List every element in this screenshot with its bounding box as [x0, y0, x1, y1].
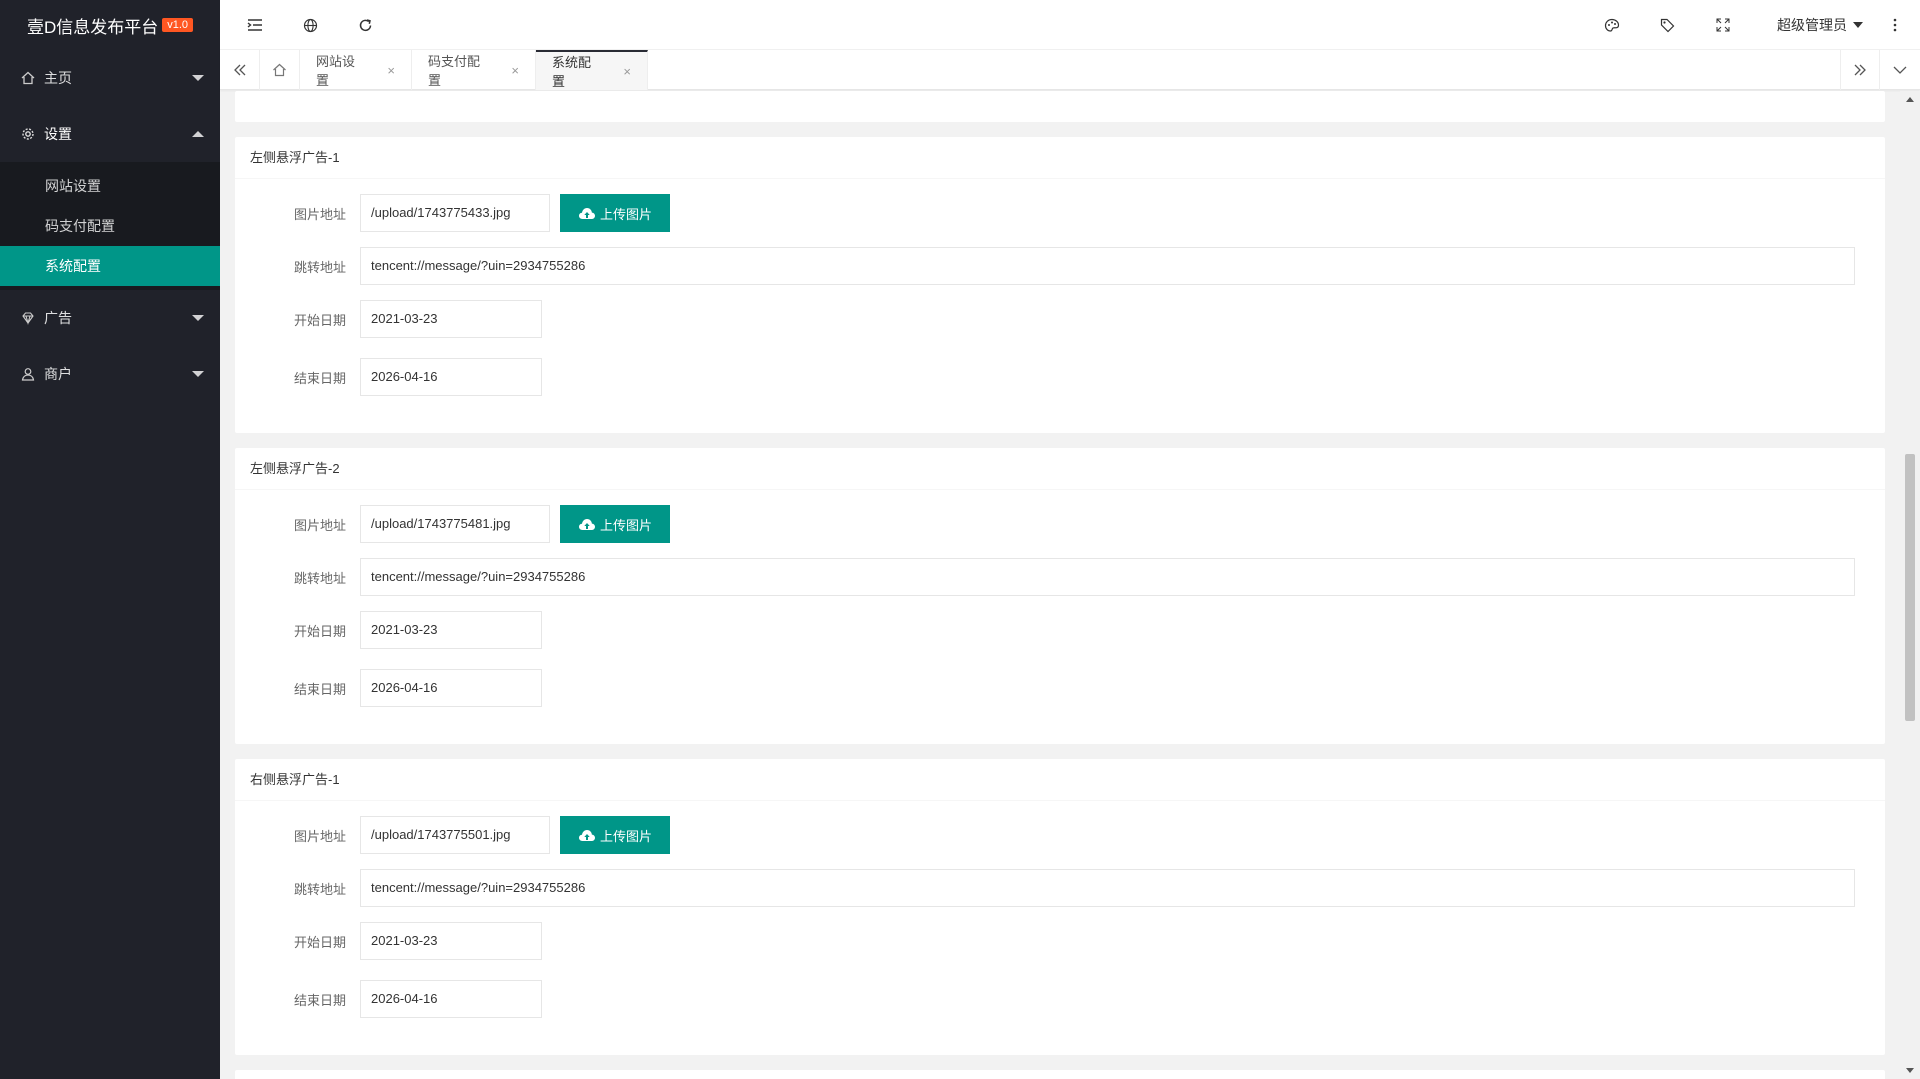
ad-card: 左侧悬浮广告-2 图片地址 /upload/1743775481.jpg 上传图…: [235, 448, 1885, 744]
start-date-label: 开始日期: [293, 312, 346, 328]
link-input[interactable]: tencent://message/?uin=2934755286: [360, 869, 1855, 907]
link-label: 跳转地址: [293, 259, 346, 275]
start-date-input[interactable]: 2021-03-23: [360, 611, 542, 649]
end-date-label: 结束日期: [293, 992, 346, 1008]
gear-icon: [20, 126, 36, 142]
home-icon: [20, 70, 36, 86]
scroll-down-icon[interactable]: [1906, 1068, 1914, 1073]
sidebar-item-label: 广告: [44, 310, 72, 326]
sidebar-item-home[interactable]: 主页: [0, 50, 220, 106]
image-url-input[interactable]: /upload/1743775433.jpg: [360, 194, 550, 232]
image-label: 图片地址: [293, 517, 346, 533]
tab-code-pay-config[interactable]: 码支付配置 ×: [412, 50, 536, 90]
end-date-input[interactable]: 2026-04-16: [360, 358, 542, 396]
user-menu[interactable]: 超级管理员: [1770, 0, 1870, 50]
scroll-up-icon[interactable]: [1906, 97, 1914, 102]
theme-icon[interactable]: [1597, 0, 1627, 50]
diamond-icon: [20, 310, 36, 326]
chevron-down-icon: [192, 75, 204, 81]
sidebar-item-ads[interactable]: 广告: [0, 290, 220, 346]
start-date-input[interactable]: 2021-03-23: [360, 300, 542, 338]
link-label: 跳转地址: [293, 881, 346, 897]
fullscreen-icon[interactable]: [1708, 0, 1738, 50]
link-input[interactable]: tencent://message/?uin=2934755286: [360, 558, 1855, 596]
sidebar-item-merchants[interactable]: 商户: [0, 346, 220, 402]
upload-image-button[interactable]: 上传图片: [560, 505, 671, 543]
scrollbar-thumb[interactable]: [1905, 454, 1915, 721]
user-icon: [20, 366, 36, 382]
tabs-dropdown-icon[interactable]: [1880, 50, 1920, 90]
main-content: 左侧悬浮广告-1 图片地址 /upload/1743775433.jpg 上传图…: [220, 91, 1900, 1079]
settings-submenu: 网站设置 码支付配置 系统配置: [0, 162, 220, 290]
upload-label: 上传图片: [600, 517, 653, 533]
app-title: 壹D信息发布平台: [26, 17, 159, 37]
menu-toggle-icon[interactable]: [240, 0, 270, 50]
link-input[interactable]: tencent://message/?uin=2934755286: [360, 247, 1855, 285]
image-label: 图片地址: [293, 828, 346, 844]
card-title: 右侧悬浮广告-1: [235, 759, 1885, 801]
version-badge: v1.0: [162, 18, 194, 32]
image-url-input[interactable]: /upload/1743775501.jpg: [360, 816, 550, 854]
cloud-upload-icon: [579, 829, 595, 841]
tab-label: 系统配置: [552, 55, 592, 89]
tabs-scroll-right-icon[interactable]: [1840, 50, 1880, 90]
card-partial-top: [235, 91, 1885, 122]
more-vertical-icon[interactable]: [1885, 0, 1905, 50]
card-title: 左侧悬浮广告-1: [235, 137, 1885, 179]
image-label: 图片地址: [293, 206, 346, 222]
sidebar-subitem-code-pay-config[interactable]: 码支付配置: [0, 206, 220, 246]
tabs-scroll-left-icon[interactable]: [220, 50, 260, 90]
ad-card: 右侧悬浮广告-1 图片地址 /upload/1743775501.jpg 上传图…: [235, 759, 1885, 1055]
tag-icon[interactable]: [1652, 0, 1682, 50]
refresh-icon[interactable]: [350, 0, 380, 50]
end-date-label: 结束日期: [293, 370, 346, 386]
tab-site-settings[interactable]: 网站设置 ×: [300, 50, 412, 90]
page-tabs: 网站设置 × 码支付配置 × 系统配置 ×: [220, 50, 1920, 90]
close-icon[interactable]: ×: [623, 64, 631, 79]
start-date-input[interactable]: 2021-03-23: [360, 922, 542, 960]
sidebar-item-label: 主页: [44, 70, 72, 86]
upload-label: 上传图片: [600, 828, 653, 844]
ad-card: 左侧悬浮广告-1 图片地址 /upload/1743775433.jpg 上传图…: [235, 137, 1885, 433]
vertical-scrollbar[interactable]: [1900, 91, 1920, 1079]
top-header: 超级管理员: [220, 0, 1920, 50]
globe-icon[interactable]: [295, 0, 325, 50]
chevron-down-icon: [192, 371, 204, 377]
sidebar-item-label: 设置: [44, 126, 72, 142]
sidebar-subitem-site-settings[interactable]: 网站设置: [0, 166, 220, 206]
tab-label: 码支付配置: [428, 54, 481, 88]
sidebar: 壹D信息发布平台 v1.0 主页 设置 网站设置 码支付配置 系统配置 广告 商…: [0, 0, 220, 1079]
sidebar-subitem-system-config[interactable]: 系统配置: [0, 246, 220, 286]
card-partial-bottom: [235, 1070, 1885, 1079]
upload-image-button[interactable]: 上传图片: [560, 816, 671, 854]
cloud-upload-icon: [579, 518, 595, 530]
upload-image-button[interactable]: 上传图片: [560, 194, 671, 232]
end-date-label: 结束日期: [293, 681, 346, 697]
tab-label: 网站设置: [316, 54, 356, 88]
tab-home-icon[interactable]: [260, 50, 300, 90]
link-label: 跳转地址: [293, 570, 346, 586]
cloud-upload-icon: [579, 207, 595, 219]
start-date-label: 开始日期: [293, 934, 346, 950]
end-date-input[interactable]: 2026-04-16: [360, 980, 542, 1018]
app-logo: 壹D信息发布平台 v1.0: [0, 0, 220, 50]
caret-down-icon: [1853, 22, 1863, 28]
sidebar-item-label: 商户: [44, 366, 72, 382]
end-date-input[interactable]: 2026-04-16: [360, 669, 542, 707]
card-title: 左侧悬浮广告-2: [235, 448, 1885, 490]
chevron-up-icon: [192, 131, 204, 137]
close-icon[interactable]: ×: [511, 63, 519, 78]
user-name: 超级管理员: [1777, 17, 1847, 33]
start-date-label: 开始日期: [293, 623, 346, 639]
image-url-input[interactable]: /upload/1743775481.jpg: [360, 505, 550, 543]
sidebar-item-settings[interactable]: 设置: [0, 106, 220, 162]
chevron-down-icon: [192, 315, 204, 321]
upload-label: 上传图片: [600, 206, 653, 222]
tab-system-config[interactable]: 系统配置 ×: [536, 50, 648, 90]
close-icon[interactable]: ×: [387, 63, 395, 78]
